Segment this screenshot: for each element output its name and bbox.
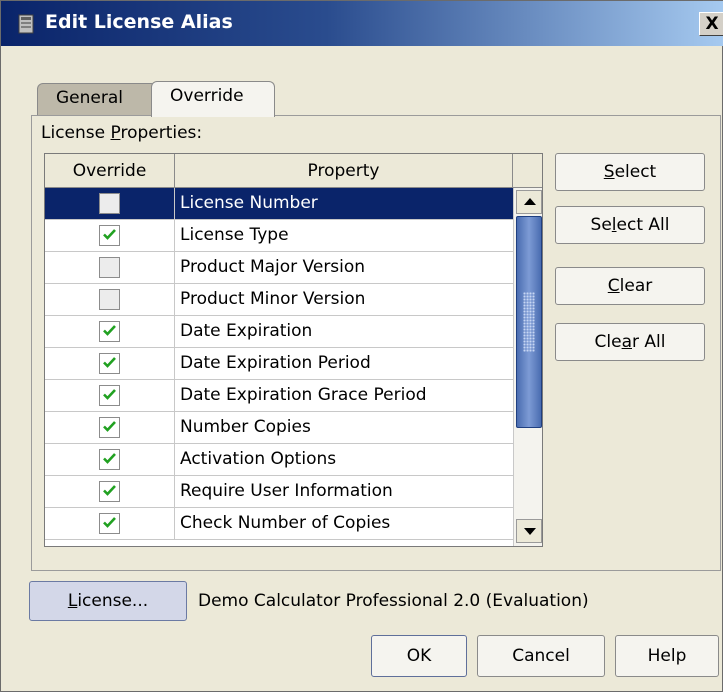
button-text: Cle: [594, 332, 622, 352]
button-text: lear: [619, 276, 653, 296]
ok-button[interactable]: OK: [371, 635, 467, 677]
license-button[interactable]: License...: [29, 581, 187, 621]
override-checkbox[interactable]: [99, 449, 120, 470]
checkmark-icon: [103, 485, 116, 496]
property-cell: Date Expiration Grace Period: [180, 385, 427, 405]
button-text: r All: [632, 332, 666, 352]
license-properties-label: License Properties:: [41, 123, 202, 143]
button-mnemonic: a: [621, 332, 632, 352]
override-checkbox[interactable]: [99, 225, 120, 246]
button-text: ect All: [616, 215, 670, 235]
dialog-title: Edit License Alias: [45, 11, 233, 33]
property-cell: Date Expiration: [180, 321, 313, 341]
checkmark-icon: [103, 517, 116, 528]
table-row[interactable]: Check Number of Copies: [45, 508, 513, 540]
override-cell: [45, 316, 175, 347]
tab-general[interactable]: General: [37, 83, 157, 116]
checkmark-icon: [103, 357, 116, 368]
label-text: roperties:: [120, 123, 203, 143]
button-text: Se: [590, 215, 612, 235]
table-row[interactable]: License Type: [45, 220, 513, 252]
label-text: License: [41, 123, 111, 143]
property-cell: Product Major Version: [180, 257, 366, 277]
table-row[interactable]: Date Expiration Period: [45, 348, 513, 380]
checkmark-icon: [103, 229, 116, 240]
override-cell: [45, 220, 175, 251]
scrollbar-thumb[interactable]: [516, 216, 542, 428]
property-cell: Product Minor Version: [180, 289, 366, 309]
table-header: Override Property: [45, 154, 513, 188]
clear-all-button[interactable]: Clear All: [555, 323, 705, 361]
override-checkbox[interactable]: [99, 257, 120, 278]
close-button[interactable]: X: [699, 12, 723, 36]
select-all-button[interactable]: Select All: [555, 206, 705, 244]
override-checkbox[interactable]: [99, 417, 120, 438]
checkmark-icon: [103, 453, 116, 464]
button-text: elect: [614, 162, 657, 182]
table-row[interactable]: Require User Information: [45, 476, 513, 508]
table-row[interactable]: Product Minor Version: [45, 284, 513, 316]
table-body: License Number License Type Product Major …: [45, 188, 513, 540]
override-checkbox[interactable]: [99, 481, 120, 502]
property-cell: Activation Options: [180, 449, 337, 469]
label-mnemonic: P: [110, 123, 121, 143]
override-cell: [45, 444, 175, 475]
table-row[interactable]: License Number: [45, 188, 513, 220]
table-row[interactable]: Number Copies: [45, 412, 513, 444]
property-cell: Check Number of Copies: [180, 513, 391, 533]
property-cell: Require User Information: [180, 481, 393, 501]
override-checkbox[interactable]: [99, 513, 120, 534]
property-cell: Number Copies: [180, 417, 311, 437]
override-cell: [45, 476, 175, 507]
button-mnemonic: S: [603, 162, 615, 182]
cancel-button[interactable]: Cancel: [477, 635, 605, 677]
table-row[interactable]: Date Expiration: [45, 316, 513, 348]
checkmark-icon: [103, 421, 116, 432]
override-cell: [45, 252, 175, 283]
edit-license-alias-dialog: Edit License Alias X General Override Li…: [0, 0, 723, 692]
property-cell: License Type: [180, 225, 289, 245]
scroll-down-button[interactable]: [516, 519, 542, 543]
override-cell: [45, 508, 175, 539]
vertical-scrollbar[interactable]: [513, 188, 542, 546]
override-cell: [45, 380, 175, 411]
license-name-label: Demo Calculator Professional 2.0 (Evalua…: [198, 591, 589, 611]
header-filler: [513, 154, 542, 188]
override-checkbox[interactable]: [99, 193, 120, 214]
button-mnemonic: C: [607, 276, 620, 296]
button-text: icense...: [77, 591, 149, 611]
scroll-up-button[interactable]: [516, 190, 542, 214]
property-cell: License Number: [175, 188, 513, 219]
override-cell: [45, 412, 175, 443]
checkmark-icon: [103, 389, 116, 400]
arrow-up-icon: [524, 198, 536, 205]
override-checkbox[interactable]: [99, 321, 120, 342]
column-header-property[interactable]: Property: [175, 154, 513, 188]
license-properties-table: Override Property License Number License …: [44, 153, 543, 547]
help-button[interactable]: Help: [615, 635, 719, 677]
table-row[interactable]: Date Expiration Grace Period: [45, 380, 513, 412]
override-cell: [45, 188, 175, 219]
override-cell: [45, 348, 175, 379]
arrow-down-icon: [524, 528, 536, 535]
override-checkbox[interactable]: [99, 289, 120, 310]
table-row[interactable]: Activation Options: [45, 444, 513, 476]
title-bar[interactable]: Edit License Alias X: [1, 1, 723, 46]
tab-override[interactable]: Override: [151, 81, 275, 117]
table-row[interactable]: Product Major Version: [45, 252, 513, 284]
grip-icon: [523, 292, 535, 352]
checkmark-icon: [103, 325, 116, 336]
override-checkbox[interactable]: [99, 353, 120, 374]
select-button[interactable]: Select: [555, 153, 705, 191]
button-mnemonic: L: [67, 591, 78, 611]
override-checkbox[interactable]: [99, 385, 120, 406]
clear-button[interactable]: Clear: [555, 267, 705, 305]
app-icon: [18, 14, 34, 34]
property-cell: Date Expiration Period: [180, 353, 371, 373]
column-header-override[interactable]: Override: [45, 154, 175, 188]
override-cell: [45, 284, 175, 315]
